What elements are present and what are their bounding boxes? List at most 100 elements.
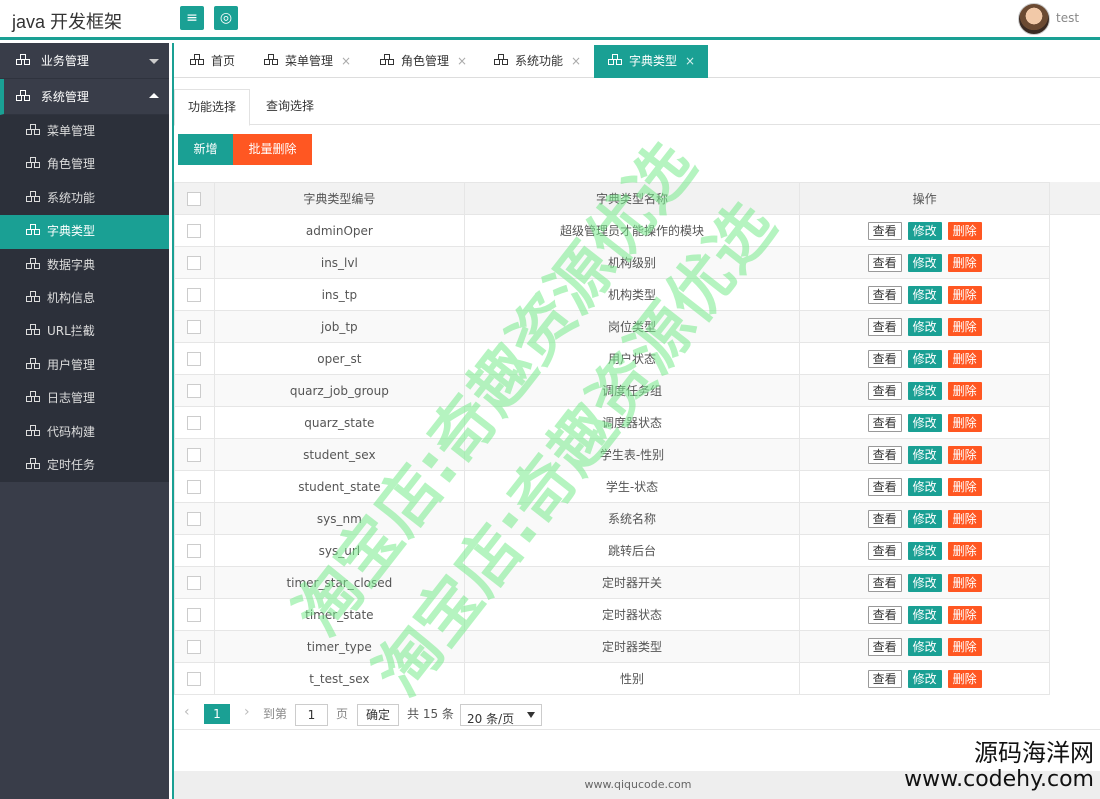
view-button[interactable]: 查看 [867,573,902,592]
edit-button[interactable]: 修改 [907,221,942,240]
close-icon[interactable]: × [685,54,695,68]
view-button[interactable]: 查看 [867,317,902,336]
prev-page-button[interactable]: ‹ [184,704,190,720]
subtab-function[interactable]: 功能选择 [174,89,250,126]
sidebar-group-system[interactable]: 系统管理 [0,79,169,115]
avatar[interactable] [1018,3,1050,35]
table-row[interactable]: ins_tp 机构类型 查看 修改 删除 [174,278,1050,311]
row-checkbox[interactable] [187,575,202,590]
table-row[interactable]: t_test_sex 性别 查看 修改 删除 [174,662,1050,695]
sidebar-group-business[interactable]: 业务管理 [0,43,169,79]
column-header[interactable]: 字典类型名称 [463,182,801,215]
delete-button[interactable]: 删除 [947,509,982,528]
page-number-input[interactable]: 1 [295,704,328,726]
sidebar-item[interactable]: 数据字典 [0,249,169,282]
delete-button[interactable]: 删除 [947,605,982,624]
row-checkbox[interactable] [187,223,202,238]
row-checkbox[interactable] [187,255,202,270]
edit-button[interactable]: 修改 [907,413,942,432]
subtab-query[interactable]: 查询选择 [250,89,330,125]
delete-button[interactable]: 删除 [947,381,982,400]
edit-button[interactable]: 修改 [907,253,942,272]
delete-button[interactable]: 删除 [947,573,982,592]
edit-button[interactable]: 修改 [907,669,942,688]
delete-button[interactable]: 删除 [947,541,982,560]
row-checkbox[interactable] [187,543,202,558]
view-button[interactable]: 查看 [867,253,902,272]
edit-button[interactable]: 修改 [907,605,942,624]
row-checkbox[interactable] [187,447,202,462]
edit-button[interactable]: 修改 [907,637,942,656]
sidebar-item[interactable]: 角色管理 [0,148,169,181]
view-button[interactable]: 查看 [867,509,902,528]
view-button[interactable]: 查看 [867,349,902,368]
table-row[interactable]: job_tp 岗位类型 查看 修改 删除 [174,310,1050,343]
table-row[interactable]: timer_star_closed 定时器开关 查看 修改 删除 [174,566,1050,599]
delete-button[interactable]: 删除 [947,221,982,240]
view-button[interactable]: 查看 [867,221,902,240]
edit-button[interactable]: 修改 [907,573,942,592]
next-page-button[interactable]: › [244,704,250,720]
delete-button[interactable]: 删除 [947,477,982,496]
tab[interactable]: 角色管理 × [366,45,472,78]
row-checkbox[interactable] [187,287,202,302]
row-checkbox[interactable] [187,383,202,398]
batch-delete-button[interactable]: 批量删除 [233,134,312,165]
add-button[interactable]: 新增 [178,134,233,165]
view-button[interactable]: 查看 [867,285,902,304]
view-button[interactable]: 查看 [867,445,902,464]
table-row[interactable]: timer_type 定时器类型 查看 修改 删除 [174,630,1050,663]
table-row[interactable]: student_sex 学生表-性别 查看 修改 删除 [174,438,1050,471]
confirm-page-button[interactable]: 确定 [357,704,399,726]
sidebar-item[interactable]: 菜单管理 [0,115,169,148]
table-row[interactable]: student_state 学生-状态 查看 修改 删除 [174,470,1050,503]
globe-button[interactable]: ◎ [214,6,238,30]
row-checkbox[interactable] [187,511,202,526]
edit-button[interactable]: 修改 [907,445,942,464]
delete-button[interactable]: 删除 [947,669,982,688]
table-row[interactable]: ins_lvl 机构级别 查看 修改 删除 [174,246,1050,279]
tab[interactable]: 字典类型 × [594,45,708,78]
tab[interactable]: 系统功能 × [480,45,586,78]
edit-button[interactable]: 修改 [907,317,942,336]
select-all-checkbox[interactable] [187,191,202,206]
edit-button[interactable]: 修改 [907,541,942,560]
sidebar-item[interactable]: 定时任务 [0,449,169,482]
column-header[interactable]: 字典类型编号 [213,182,465,215]
delete-button[interactable]: 删除 [947,317,982,336]
table-row[interactable]: sys_nm 系统名称 查看 修改 删除 [174,502,1050,535]
tab[interactable]: 首页 [176,45,246,78]
table-row[interactable]: quarz_state 调度器状态 查看 修改 删除 [174,406,1050,439]
row-checkbox[interactable] [187,607,202,622]
sidebar-item[interactable]: 用户管理 [0,349,169,382]
table-row[interactable]: oper_st 用户状态 查看 修改 删除 [174,342,1050,375]
row-checkbox[interactable] [187,415,202,430]
page-size-select[interactable]: 20 条/页 [460,704,542,726]
view-button[interactable]: 查看 [867,477,902,496]
delete-button[interactable]: 删除 [947,413,982,432]
row-checkbox[interactable] [187,351,202,366]
view-button[interactable]: 查看 [867,381,902,400]
table-row[interactable]: sys_url 跳转后台 查看 修改 删除 [174,534,1050,567]
row-checkbox[interactable] [187,479,202,494]
view-button[interactable]: 查看 [867,413,902,432]
view-button[interactable]: 查看 [867,605,902,624]
tab[interactable]: 菜单管理 × [250,45,354,78]
table-row[interactable]: adminOper 超级管理员才能操作的模块 查看 修改 删除 [174,214,1050,247]
sidebar-item[interactable]: 机构信息 [0,282,169,315]
sidebar-item[interactable]: URL拦截 [0,315,169,348]
view-button[interactable]: 查看 [867,541,902,560]
table-row[interactable]: quarz_job_group 调度任务组 查看 修改 删除 [174,374,1050,407]
edit-button[interactable]: 修改 [907,349,942,368]
row-checkbox[interactable] [187,671,202,686]
current-page[interactable]: 1 [204,704,230,724]
username[interactable]: test [1056,11,1079,25]
sidebar-item[interactable]: 字典类型 [0,215,169,249]
row-checkbox[interactable] [187,319,202,334]
close-icon[interactable]: × [571,54,581,68]
delete-button[interactable]: 删除 [947,349,982,368]
edit-button[interactable]: 修改 [907,285,942,304]
delete-button[interactable]: 删除 [947,253,982,272]
delete-button[interactable]: 删除 [947,285,982,304]
delete-button[interactable]: 删除 [947,637,982,656]
